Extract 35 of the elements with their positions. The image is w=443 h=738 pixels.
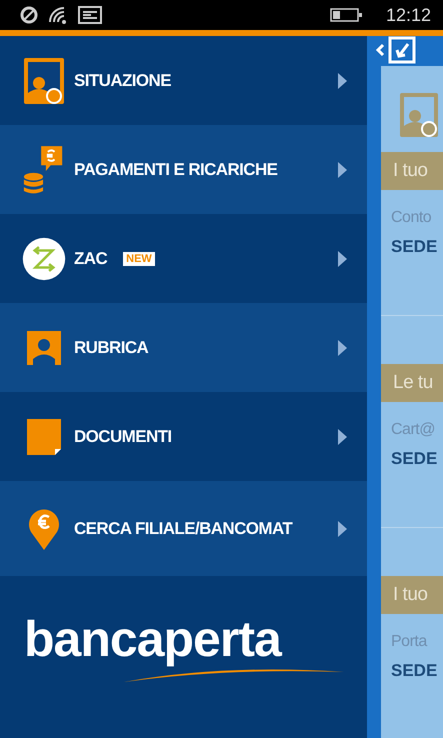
menu-label: CERCA FILIALE/BANCOMAT bbox=[74, 518, 292, 538]
section-header: Le tu bbox=[381, 364, 443, 402]
battery-icon bbox=[330, 8, 362, 22]
account-value: SEDE bbox=[391, 449, 438, 469]
account-card-icon bbox=[23, 56, 65, 104]
menu-label: SITUAZIONE bbox=[74, 70, 171, 90]
account-label: Cart@ bbox=[391, 421, 436, 439]
account-value: SEDE bbox=[391, 237, 438, 257]
chevron-right-icon bbox=[338, 72, 347, 88]
section-header: I tuo bbox=[381, 576, 443, 614]
chevron-right-icon bbox=[338, 340, 347, 356]
chevron-right-icon bbox=[338, 428, 347, 444]
account-card-icon bbox=[399, 92, 439, 138]
menu-label: ZAC bbox=[74, 248, 108, 268]
account-value: SEDE bbox=[391, 661, 438, 681]
wifi-icon bbox=[48, 6, 68, 24]
document-icon bbox=[27, 418, 61, 454]
chevron-right-icon bbox=[338, 250, 347, 266]
menu-item[interactable]: CERCA FILIALE/BANCOMAT bbox=[0, 481, 367, 576]
menu-item[interactable]: PAGAMENTI E RICARICHE bbox=[0, 125, 367, 214]
message-icon bbox=[78, 6, 102, 24]
menu-label: PAGAMENTI E RICARICHE bbox=[74, 160, 278, 180]
bancaperta-logo: bancaperta bbox=[24, 614, 344, 682]
new-badge: NEW bbox=[123, 252, 155, 266]
menu-label: DOCUMENTI bbox=[74, 426, 172, 446]
chevron-right-icon bbox=[338, 520, 347, 536]
account-label: Porta bbox=[391, 633, 428, 651]
account-label: Conto bbox=[391, 209, 432, 227]
menu-label: RUBRICA bbox=[74, 338, 148, 358]
map-pin-icon bbox=[28, 508, 60, 550]
clock-time: 12:12 bbox=[386, 4, 431, 26]
chevron-right-icon bbox=[338, 162, 347, 178]
section-header: I tuo bbox=[381, 152, 443, 190]
menu-item[interactable]: RUBRICA bbox=[0, 303, 367, 392]
contact-icon bbox=[27, 330, 61, 364]
